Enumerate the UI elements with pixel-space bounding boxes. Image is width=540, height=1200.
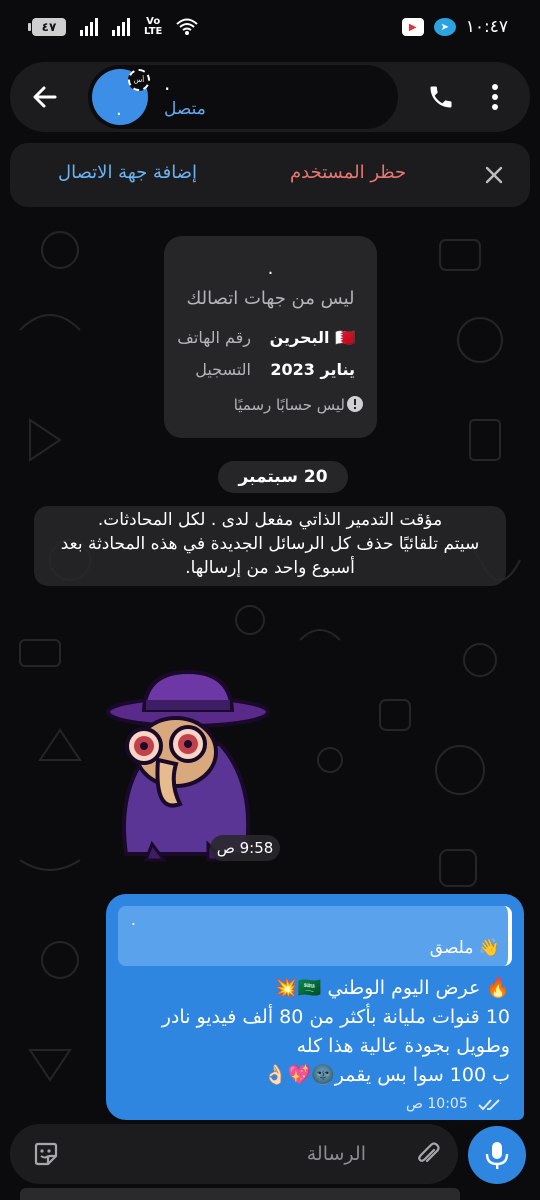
telegram-icon: ➤ [433,18,456,36]
wifi-icon [176,18,199,35]
sticker-icon [34,1142,58,1166]
info-name: . [267,258,274,279]
battery-level: ٤٧ [41,20,57,34]
phone-label: رقم الهاتف [177,328,251,347]
youtube-icon: ▶ [401,18,424,36]
plague-doctor-sticker[interactable] [96,664,276,864]
double-check-icon [478,1099,500,1111]
sticker-button[interactable] [28,1136,64,1172]
outgoing-message[interactable]: . 👋 ملصق 🔥 عرض اليوم الوطني 🇸🇦💥 10 قنوات… [106,894,524,1120]
service-message-text: مؤقت التدمير الذاتي مفعل لدى . لكل المحا… [34,506,506,582]
call-button[interactable] [418,74,464,120]
service-line-2: سيتم تلقائيًا حذف كل الرسائل الجديدة في … [60,534,480,554]
status-bar: ٤٧ Vo LTE ▶ ➤ ١٠:٤٧ [0,0,540,60]
service-line-1: مؤقت التدمير الذاتي مفعل لدى . لكل المحا… [97,510,443,530]
message-input[interactable] [74,1138,374,1170]
service-line-3: أسبوع واحد من إرسالها. [185,558,355,578]
reply-author: . [130,910,136,929]
battery-icon: ٤٧ [28,18,66,36]
reply-preview[interactable]: . 👋 ملصق [118,906,512,966]
chat-header: . أس . متصل [10,62,530,132]
phone-value: 🇧🇭 البحرين [270,328,355,347]
message-text: 🔥 عرض اليوم الوطني 🇸🇦💥 10 قنوات مليانة ب… [114,974,510,1090]
message-line-2: 10 قنوات مليانة بأكثر من 80 ألف فيديو نا… [161,1006,510,1028]
more-options-button[interactable] [472,74,518,120]
info-subtitle: ليس من جهات اتصالك [186,288,355,309]
message-timestamp: 10:05 ص [406,1096,468,1112]
more-vertical-icon [492,84,498,110]
timer-badge-label: أس [133,76,145,84]
microphone-icon [485,1142,509,1169]
signal-2-icon [112,18,130,36]
self-destruct-timer-icon: أس [128,69,150,91]
volte-indicator: Vo LTE [144,16,163,37]
dismiss-bar-button[interactable] [478,159,510,191]
flag-bahrain-icon: 🇧🇭 [335,328,355,347]
registered-label: التسجيل [195,360,251,379]
back-button[interactable] [10,62,80,132]
contact-status: متصل [164,99,206,119]
sticker-timestamp: 9:58 ص [210,835,280,861]
avatar-initial: . [116,99,122,120]
reply-text: 👋 ملصق [429,938,500,958]
block-user-button[interactable]: حظر المستخدم [290,162,406,183]
phone-icon [430,86,452,108]
message-line-4: ب 100 سوا بس يقمر🌚💖👌🏻 [263,1064,510,1086]
message-line-3: وطويل بجودة عالية هذا كله [296,1035,510,1057]
signal-icon [80,18,98,36]
message-input-bar [10,1124,458,1184]
info-warning-icon [347,396,363,412]
add-contact-button[interactable]: إضافة جهة الاتصال [58,162,197,183]
contact-action-bar: إضافة جهة الاتصال حظر المستخدم [10,143,530,207]
contact-info-card: . ليس من جهات اتصالك رقم الهاتف 🇧🇭 البحر… [164,236,377,438]
status-right: ▶ ➤ ١٠:٤٧ [401,17,508,37]
registered-value: يناير 2023 [270,360,355,379]
service-message: مؤقت التدمير الذاتي مفعل لدى . لكل المحا… [34,506,506,586]
official-note: ليس حسابًا رسميًا [233,396,345,414]
bottom-strip [20,1188,460,1200]
close-icon [485,166,503,184]
status-left: ٤٧ Vo LTE [28,16,199,37]
date-chip: 20 سبتمبر [218,461,348,493]
contact-info-button[interactable]: . أس . متصل [88,65,398,129]
message-line-1: 🔥 عرض اليوم الوطني 🇸🇦💥 [274,977,510,999]
attach-button[interactable] [410,1136,446,1172]
arrow-left-icon [33,86,57,108]
phone-country: البحرين [269,328,330,347]
paperclip-icon [418,1142,440,1163]
status-time: ١٠:٤٧ [465,17,508,37]
contact-name: . [164,71,171,95]
voice-record-button[interactable] [468,1126,526,1184]
